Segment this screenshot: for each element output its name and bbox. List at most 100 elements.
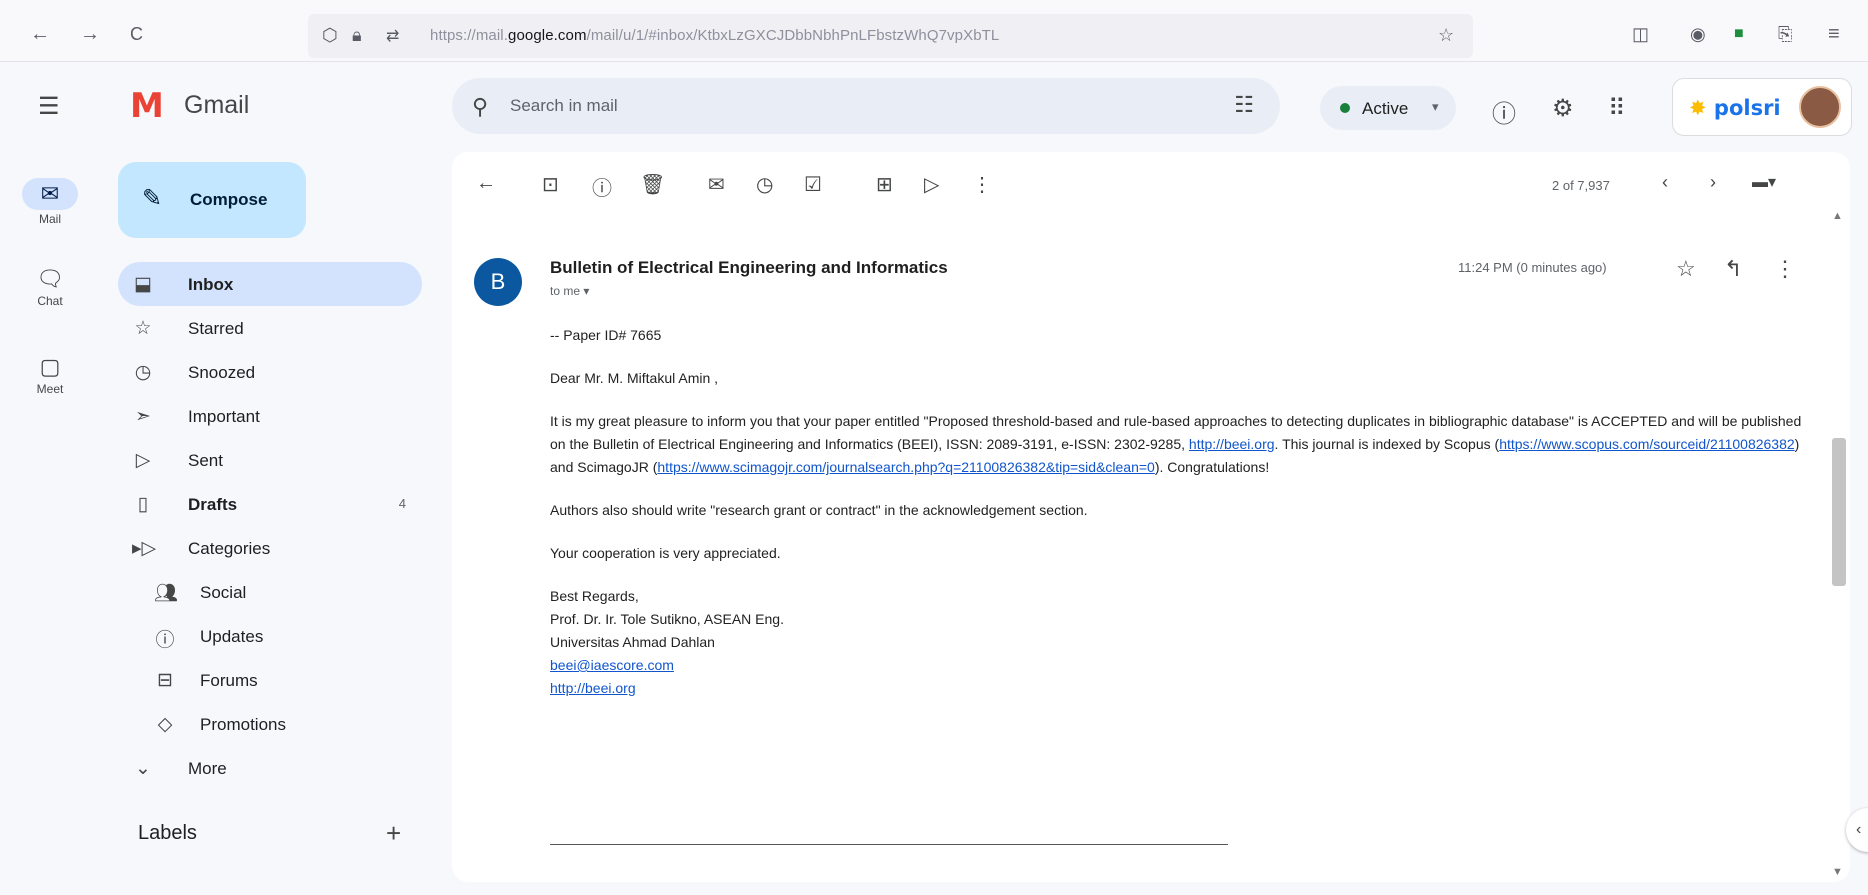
reload-icon[interactable]: C: [130, 24, 143, 44]
sidebar-item-label: Categories: [188, 539, 271, 558]
acceptance-paragraph: It is my great pleasure to inform you th…: [550, 413, 1802, 475]
sidebar-item-important[interactable]: ➣ Important: [118, 394, 422, 438]
search-bar[interactable]: ⚲ Search in mail ☷: [452, 78, 1280, 134]
recipient-details[interactable]: to me ▾: [550, 284, 589, 298]
help-icon[interactable]: ⓘ: [1492, 94, 1516, 129]
label-icon: ▸▷: [132, 538, 157, 559]
labels-heading: Labels: [138, 822, 197, 844]
more-options-icon[interactable]: ⋮: [1774, 256, 1796, 282]
lock-icon[interactable]: 🔒︎: [352, 25, 362, 46]
gmail-m-icon: M: [130, 86, 164, 126]
split-pane-icon[interactable]: ▬▾: [1752, 172, 1776, 192]
compose-label: Compose: [190, 190, 268, 209]
acknowledgement-paragraph: Authors also should write "research gran…: [550, 502, 1088, 518]
sidebar-item-snoozed[interactable]: ◷ Snoozed: [118, 350, 422, 394]
back-to-inbox-icon[interactable]: ←: [476, 172, 496, 195]
apps-grid-icon[interactable]: ⠿: [1608, 94, 1626, 123]
forward-arrow-icon[interactable]: →: [80, 24, 100, 44]
send-icon: ▷: [135, 450, 151, 471]
library-icon[interactable]: ⎘: [1778, 24, 1792, 44]
message-toolbar: ← ⊡ ⓘ 🗑︎ ✉ ◷ ☑ ⊞ ▷ ⋮ 2 of 7,937 ‹ › ▬▾: [452, 152, 1850, 224]
url-text[interactable]: https://mail.google.com/mail/u/1/#inbox/…: [430, 27, 999, 44]
reply-icon[interactable]: ↰: [1724, 256, 1742, 282]
rail-item-meet[interactable]: ▢ Meet: [0, 354, 100, 396]
sidebar-item-inbox[interactable]: ⬓ Inbox: [118, 262, 422, 306]
avatar[interactable]: [1799, 86, 1841, 128]
sidebar-item-forums[interactable]: ⊟ Forums: [118, 658, 422, 702]
search-options-icon[interactable]: ☷: [1234, 92, 1254, 118]
mail-icon: ✉: [22, 178, 78, 210]
browser-toolbar: ← → C ⬡ 🔒︎ ⇄ https://mail.google.com/mai…: [0, 0, 1868, 62]
more-options-icon[interactable]: ⋮: [972, 172, 992, 197]
sidebar-item-updates[interactable]: ⓘ Updates: [118, 614, 422, 658]
scopus-link[interactable]: https://www.scopus.com/sourceid/21100826…: [1499, 436, 1794, 452]
message: B Bulletin of Electrical Engineering and…: [452, 224, 1850, 882]
account-icon[interactable]: ◉: [1690, 24, 1706, 44]
info-icon: ⓘ: [155, 630, 175, 651]
signature-url-link[interactable]: http://beei.org: [550, 677, 1810, 700]
back-arrow-icon[interactable]: ←: [30, 24, 50, 44]
archive-icon[interactable]: ⊡: [542, 172, 559, 197]
sidebar-item-promotions[interactable]: ◇ Promotions: [118, 702, 422, 746]
sidebar-item-categories[interactable]: ▸▷ Categories: [118, 526, 422, 570]
rail-item-chat[interactable]: 🗨︎ Chat: [0, 266, 100, 308]
status-dropdown[interactable]: Active ▾: [1320, 86, 1456, 130]
star-icon: ☆: [134, 318, 152, 339]
pocket-icon[interactable]: ◫: [1632, 24, 1649, 44]
message-time: 11:24 PM (0 minutes ago): [1458, 260, 1607, 275]
sender-name[interactable]: Bulletin of Electrical Engineering and I…: [550, 258, 948, 278]
add-label-button[interactable]: +: [386, 818, 401, 849]
sidebar-item-drafts[interactable]: ▯ Drafts 4: [118, 482, 422, 526]
sidebar-item-social[interactable]: 👥︎ Social: [118, 570, 422, 614]
draft-icon: ▯: [137, 494, 149, 515]
sidebar-item-label: Forums: [200, 671, 258, 690]
message-panel: ← ⊡ ⓘ 🗑︎ ✉ ◷ ☑ ⊞ ▷ ⋮ 2 of 7,937 ‹ › ▬▾ B…: [452, 152, 1850, 882]
search-input[interactable]: Search in mail: [510, 96, 618, 116]
older-chevron-icon[interactable]: ›: [1710, 172, 1716, 193]
menu-icon[interactable]: ≡: [1828, 24, 1840, 44]
scroll-thumb[interactable]: [1832, 438, 1846, 586]
beei-link[interactable]: http://beei.org: [1189, 436, 1275, 452]
extension-icon[interactable]: ■: [1734, 24, 1744, 44]
sidebar-item-label: Social: [200, 583, 247, 602]
gmail-logo[interactable]: M Gmail: [130, 86, 249, 126]
forum-icon: ⊟: [157, 670, 173, 691]
label-icon[interactable]: ▷: [924, 172, 939, 197]
meet-icon: ▢: [39, 354, 61, 379]
mark-unread-icon[interactable]: ✉: [708, 172, 725, 197]
scrollbar[interactable]: ▲ ▼: [1828, 210, 1848, 882]
bookmark-star-icon[interactable]: ☆: [1438, 25, 1454, 46]
account-switcher[interactable]: ✸ polsri: [1672, 78, 1852, 136]
rail-label: Chat: [37, 294, 63, 308]
compose-button[interactable]: ✎ Compose: [118, 162, 306, 238]
newer-chevron-icon[interactable]: ‹: [1662, 172, 1668, 193]
sender-avatar[interactable]: B: [474, 258, 522, 306]
sidebar-item-more[interactable]: ⌄ More: [118, 746, 422, 790]
add-task-icon[interactable]: ☑: [804, 172, 822, 197]
delete-icon[interactable]: 🗑︎: [640, 172, 665, 197]
signature-regards: Best Regards,: [550, 588, 639, 604]
important-icon: ➣: [135, 406, 151, 427]
shield-icon[interactable]: ⬡: [322, 25, 338, 46]
sidebar-item-label: Snoozed: [188, 363, 256, 382]
rail-item-mail[interactable]: ✉ Mail: [0, 178, 100, 226]
report-spam-icon[interactable]: ⓘ: [592, 172, 612, 201]
sidebar-item-label: Sent: [188, 451, 223, 470]
gear-icon[interactable]: ⚙: [1552, 94, 1574, 123]
star-icon[interactable]: ☆: [1676, 256, 1696, 282]
sidebar-item-sent[interactable]: ▷ Sent: [118, 438, 422, 482]
scroll-down-icon[interactable]: ▼: [1832, 866, 1843, 878]
main-menu-icon[interactable]: ☰: [38, 92, 60, 121]
address-bar[interactable]: ⬡ 🔒︎ ⇄ https://mail.google.com/mail/u/1/…: [308, 14, 1473, 58]
snooze-icon[interactable]: ◷: [756, 172, 773, 197]
rail-label: Mail: [38, 212, 61, 226]
scroll-up-icon[interactable]: ▲: [1832, 210, 1843, 222]
chat-icon: 🗨︎: [36, 266, 64, 291]
move-to-icon[interactable]: ⊞: [876, 172, 893, 197]
permissions-icon[interactable]: ⇄: [386, 26, 399, 46]
sidebar-item-starred[interactable]: ☆ Starred: [118, 306, 422, 350]
signature-email-link[interactable]: beei@iaescore.com: [550, 654, 1810, 677]
search-icon[interactable]: ⚲: [472, 94, 488, 120]
scimago-link[interactable]: https://www.scimagojr.com/journalsearch.…: [657, 459, 1154, 475]
pencil-icon: ✎: [142, 185, 163, 212]
